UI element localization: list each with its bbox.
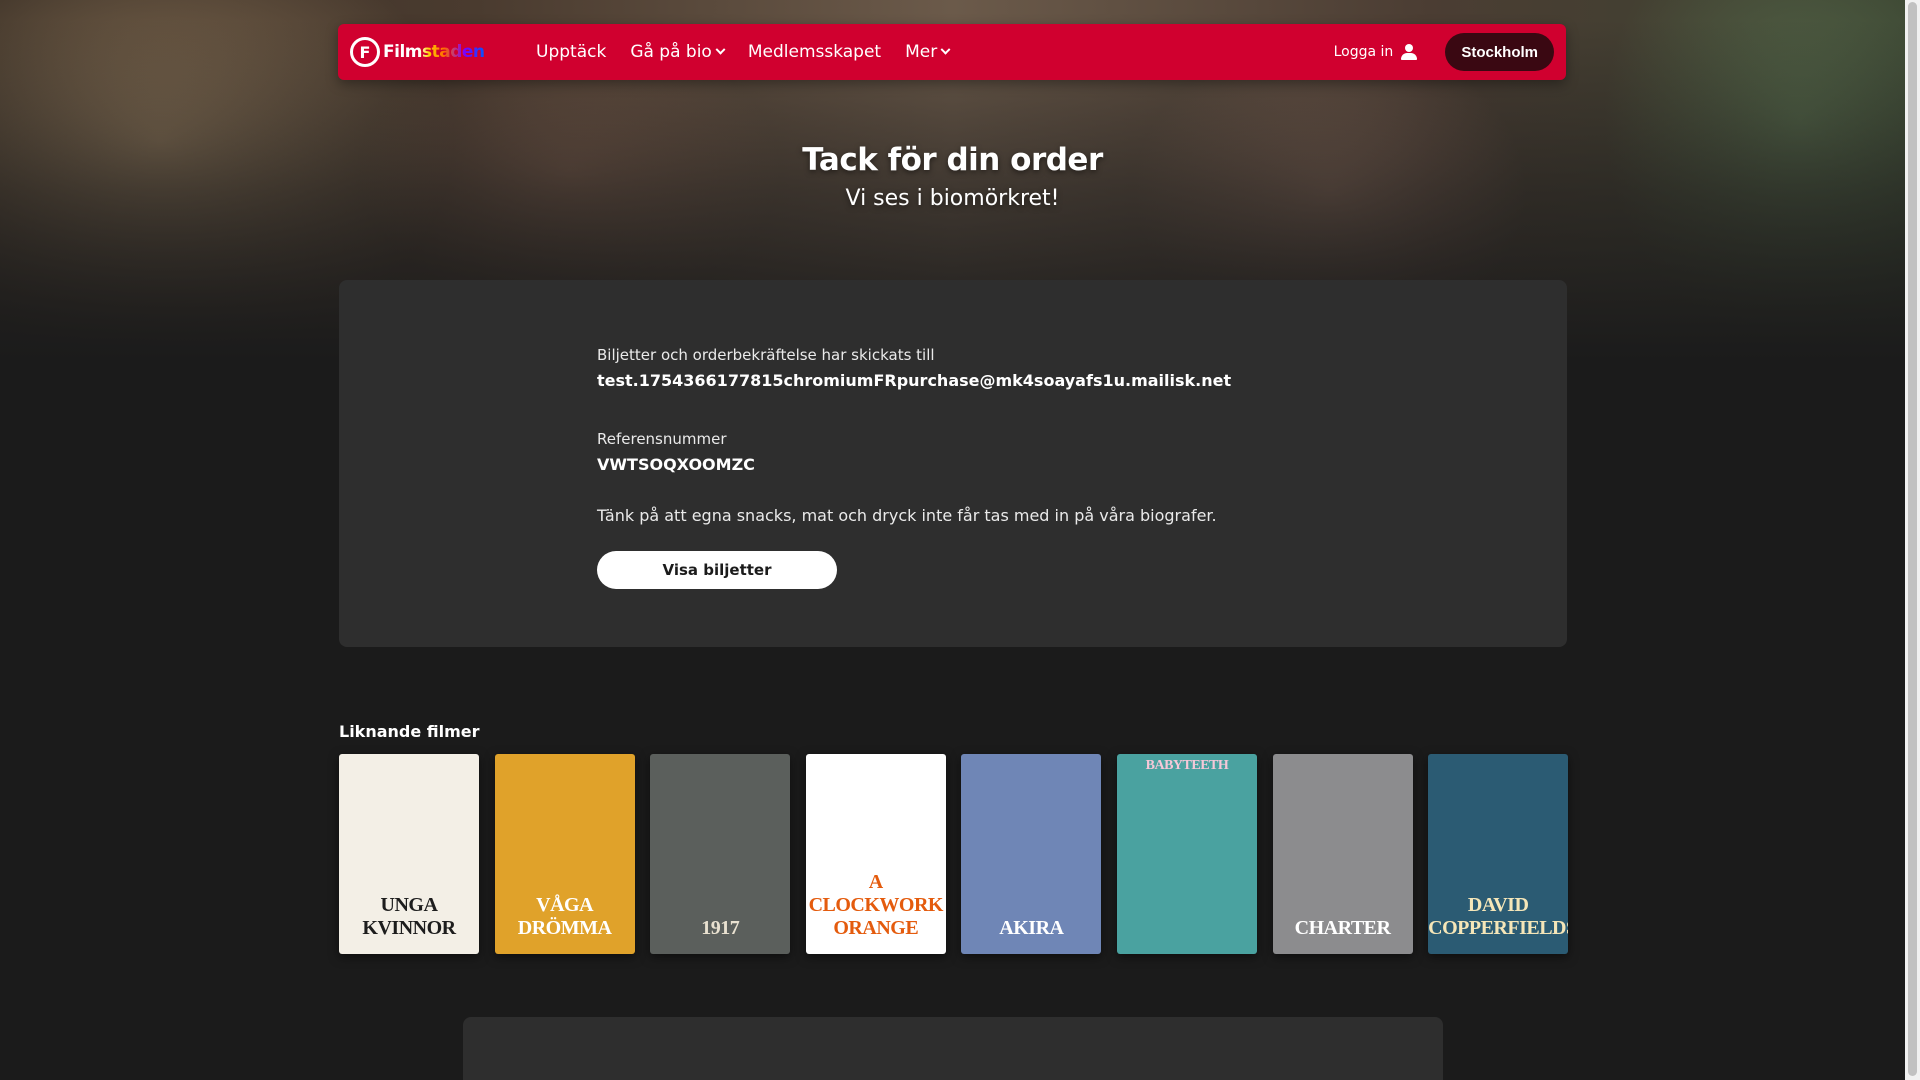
nav-links: Upptäck Gå på bio Medlemsskapet Mer xyxy=(536,42,973,62)
nav-link-medlemsskapet[interactable]: Medlemsskapet xyxy=(748,42,881,62)
reference-number: VWTSOQXOOMZC xyxy=(597,455,755,474)
nav-link-gå-på-bio[interactable]: Gå på bio xyxy=(630,42,726,62)
movie-poster-title: A CLOCKWORK ORANGE xyxy=(808,871,944,939)
movie-poster[interactable]: VÅGA DRÖMMA xyxy=(494,754,635,954)
nav-link-label: Gå på bio xyxy=(630,42,712,62)
movie-poster[interactable]: AKIRA xyxy=(961,754,1102,954)
login-label: Logga in xyxy=(1333,44,1394,60)
order-details: Biljetter och orderbekräftelse har skick… xyxy=(597,346,1231,589)
chevron-down-icon xyxy=(715,44,726,55)
movie-poster-title: VÅGA DRÖMMA xyxy=(517,894,612,939)
movie-poster[interactable]: A CLOCKWORK ORANGE xyxy=(805,754,946,954)
movie-poster-title: 1917 xyxy=(701,917,740,939)
movie-poster-title: CHARTER xyxy=(1294,917,1391,939)
nav-link-label: Medlemsskapet xyxy=(747,42,882,62)
similar-movies-list: UNGA KVINNOR VÅGA DRÖMMA 1917 A CLOCKWORK O… xyxy=(339,754,1569,954)
movie-poster-title: BABYTEETH xyxy=(1145,758,1229,773)
movie-poster[interactable]: DAVID COPPERFIELDS xyxy=(1428,754,1569,954)
nav-link-label: Mer xyxy=(905,42,938,62)
page-title: Tack för din order xyxy=(802,142,1103,178)
chevron-down-icon xyxy=(940,44,951,55)
movie-poster[interactable]: 1917 xyxy=(650,754,791,954)
user-icon xyxy=(1401,44,1418,60)
movie-poster[interactable]: UNGA KVINNOR xyxy=(339,754,479,954)
movie-poster[interactable]: BABYTEETH xyxy=(1116,754,1257,954)
page-subtitle: Vi ses i biomörkret! xyxy=(845,186,1060,211)
nav-link-mer[interactable]: Mer xyxy=(905,42,951,62)
movie-poster-title: UNGA KVINNOR xyxy=(362,894,456,939)
scrollbar[interactable] xyxy=(1905,0,1920,1080)
footer-panel xyxy=(463,1017,1443,1080)
filmstaden-logo[interactable]: F Filmstaden xyxy=(350,37,500,67)
top-navbar: F Filmstaden Upptäck Gå på bio Medlemsskap… xyxy=(338,24,1566,80)
nav-link-label: Upptäck xyxy=(536,42,607,62)
snacks-notice: Tänk på att egna snacks, mat och dryck i… xyxy=(597,506,1217,525)
show-tickets-button[interactable]: Visa biljetter xyxy=(597,551,837,589)
movie-poster-title: AKIRA xyxy=(999,917,1064,939)
movie-poster-title: DAVID COPPERFIELDS xyxy=(1428,894,1569,939)
login-link[interactable]: Logga in xyxy=(1334,44,1418,60)
sent-to-label: Biljetter och orderbekräftelse har skick… xyxy=(597,346,935,364)
city-selector-button[interactable]: Stockholm xyxy=(1445,33,1554,71)
similar-movies-title: Liknande filmer xyxy=(339,722,480,741)
order-confirmation-card: Biljetter och orderbekräftelse har skick… xyxy=(339,280,1567,647)
movie-poster[interactable]: CHARTER xyxy=(1272,754,1413,954)
logo-icon: F xyxy=(350,37,380,67)
nav-right: Logga in Stockholm xyxy=(1334,33,1554,71)
nav-link-upptäck[interactable]: Upptäck xyxy=(536,42,606,62)
logo-text: Filmstaden xyxy=(383,42,485,62)
scrollbar-thumb[interactable] xyxy=(1908,2,1917,1076)
email-value: test.1754366177815chromiumFRpurchase@mk4… xyxy=(597,371,1232,390)
reference-label: Referensnummer xyxy=(597,430,727,448)
